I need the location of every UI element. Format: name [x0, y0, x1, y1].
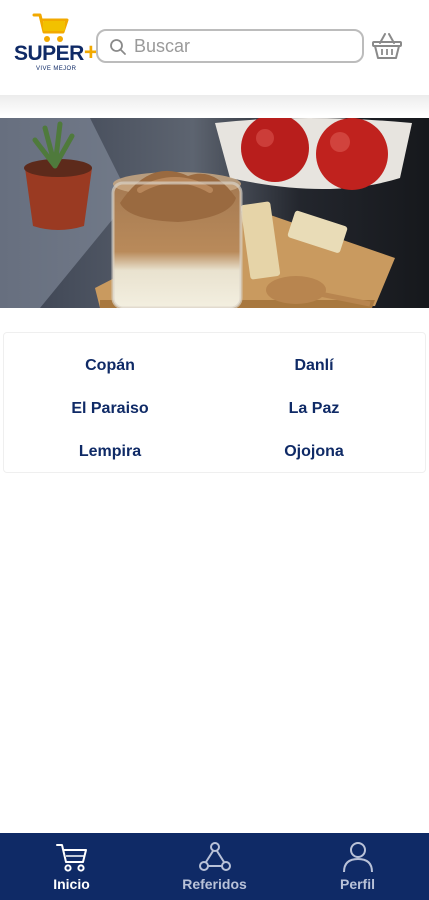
- city-list: Copán Danlí El Paraiso La Paz Lempira Oj…: [3, 332, 426, 473]
- search-input[interactable]: [134, 34, 354, 58]
- search-icon: [110, 39, 126, 55]
- city-item-lempira[interactable]: Lempira: [10, 443, 210, 461]
- nav-tab-inicio[interactable]: Inicio: [0, 833, 143, 900]
- city-item-danli[interactable]: Danlí: [214, 357, 414, 375]
- nav-tab-inicio-label: Inicio: [53, 876, 90, 892]
- promo-banner[interactable]: [0, 118, 429, 308]
- city-item-copan[interactable]: Copán: [10, 357, 210, 375]
- city-item-la-paz[interactable]: La Paz: [214, 400, 414, 418]
- search-box[interactable]: [96, 29, 364, 63]
- city-item-ojojona[interactable]: Ojojona: [214, 443, 414, 461]
- nav-tab-perfil[interactable]: Perfil: [286, 833, 429, 900]
- app-screen: SUPER+ VIVE MEJOR Buscar Copán Danlí El …: [0, 0, 429, 900]
- shopping-cart-icon: [56, 844, 87, 872]
- header-shadow: [0, 92, 429, 116]
- basket-icon[interactable]: [371, 31, 403, 61]
- logo-wordmark: SUPER+: [14, 41, 98, 65]
- bottom-navigation: Inicio Referidos Perfil: [0, 833, 429, 900]
- brand-logo[interactable]: SUPER+ VIVE MEJOR: [12, 10, 98, 76]
- person-icon: [343, 842, 373, 873]
- header: SUPER+ VIVE MEJOR: [0, 0, 429, 95]
- city-item-el-paraiso[interactable]: El Paraiso: [10, 400, 210, 418]
- shopping-cart-icon: [32, 13, 69, 42]
- network-icon: [199, 842, 231, 871]
- nav-tab-referidos-label: Referidos: [182, 876, 247, 892]
- nav-tab-perfil-label: Perfil: [339, 876, 375, 892]
- nav-tab-referidos[interactable]: Referidos: [143, 833, 286, 900]
- logo-tagline: VIVE MEJOR: [36, 66, 77, 72]
- banner-image: [0, 118, 429, 308]
- logo-word-text: SUPER: [14, 42, 84, 65]
